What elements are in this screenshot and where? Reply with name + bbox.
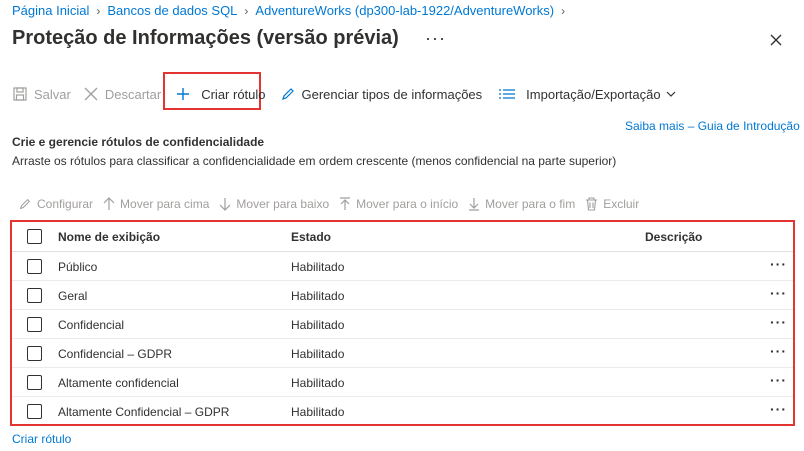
row-more-icon[interactable]: ··· [770, 372, 787, 388]
table-row[interactable]: Confidencial Habilitado ··· [12, 310, 793, 339]
move-down-button[interactable]: Mover para baixo [219, 197, 329, 211]
column-header-state[interactable]: Estado [291, 230, 331, 244]
section-description: Arraste os rótulos para classificar a co… [12, 154, 617, 168]
discard-label: Descartar [104, 86, 162, 102]
label-name: Confidencial – GDPR [58, 347, 173, 361]
move-up-button[interactable]: Mover para cima [103, 197, 209, 211]
row-more-icon[interactable]: ··· [770, 256, 787, 272]
page-title: Proteção de Informações (versão prévia) [12, 27, 399, 49]
breadcrumb: Página Inicial › Bancos de dados SQL › Adven… [12, 3, 572, 18]
manage-info-types-button[interactable]: Gerenciar tipos de informações [280, 86, 483, 102]
label-name: Geral [58, 289, 88, 303]
configure-label: Configurar [37, 197, 94, 211]
column-header-description[interactable]: Descrição [645, 230, 702, 244]
label-name: Altamente confidencial [58, 376, 179, 390]
save-button[interactable]: Salvar [12, 86, 71, 102]
arrow-to-bottom-icon [469, 198, 480, 211]
chevron-right-icon: › [561, 4, 566, 18]
learn-more-link[interactable]: Saiba mais – Guia de Introdução [625, 119, 800, 133]
label-state: Habilitado [291, 347, 345, 361]
breadcrumb-home[interactable]: Página Inicial [12, 3, 89, 18]
table-row[interactable]: Geral Habilitado ··· [12, 281, 793, 310]
list-icon [499, 89, 516, 99]
create-label-text: Criar rótulo [201, 86, 266, 102]
row-checkbox[interactable] [27, 375, 42, 390]
table-row[interactable]: Altamente Confidencial – GDPR Habilitado… [12, 397, 793, 426]
label-state: Habilitado [291, 405, 345, 419]
table-row[interactable]: Público Habilitado ··· [12, 252, 793, 281]
import-export-label: Importação/Exportação [526, 86, 661, 102]
chevron-right-icon: › [244, 4, 249, 18]
move-bottom-label: Mover para o fim [485, 197, 576, 211]
column-header-name[interactable]: Nome de exibição [58, 230, 160, 244]
discard-button[interactable]: Descartar [83, 86, 161, 102]
manage-info-types-label: Gerenciar tipos de informações [301, 86, 483, 102]
row-checkbox[interactable] [27, 317, 42, 332]
label-name: Confidencial [58, 318, 125, 332]
save-label: Salvar [34, 86, 71, 102]
select-all-checkbox[interactable] [27, 229, 42, 244]
move-top-label: Mover para o início [356, 197, 459, 211]
arrow-up-icon [103, 197, 115, 210]
section-title: Crie e gerencie rótulos de confidenciali… [12, 135, 265, 149]
row-more-icon[interactable]: ··· [770, 401, 787, 417]
label-name: Público [58, 260, 98, 274]
more-options-icon[interactable]: ··· [425, 28, 446, 49]
table-row[interactable]: Confidencial – GDPR Habilitado ··· [12, 339, 793, 368]
save-icon [13, 87, 27, 101]
label-state: Habilitado [291, 376, 345, 390]
breadcrumb-database[interactable]: AdventureWorks (dp300-lab-1922/Adventure… [255, 3, 554, 18]
row-checkbox[interactable] [27, 346, 42, 361]
close-icon[interactable] [766, 30, 786, 50]
breadcrumb-sql-databases[interactable]: Bancos de dados SQL [107, 3, 237, 18]
row-checkbox[interactable] [27, 288, 42, 303]
arrow-to-top-icon [340, 197, 351, 210]
import-export-button[interactable]: Importação/Exportação [498, 86, 682, 102]
delete-button[interactable]: Excluir [585, 197, 639, 211]
arrow-down-icon [219, 198, 231, 211]
configure-button[interactable]: Configurar [18, 197, 93, 211]
table-row[interactable]: Altamente confidencial Habilitado ··· [12, 368, 793, 397]
pencil-icon [281, 88, 294, 100]
command-bar: Salvar Descartar Criar rótulo Gerenciar … [12, 82, 695, 106]
discard-icon [84, 87, 98, 101]
row-more-icon[interactable]: ··· [770, 314, 787, 330]
label-actions-toolbar: Configurar Mover para cima Mover para ba… [18, 195, 649, 213]
move-bottom-button[interactable]: Mover para o fim [468, 197, 575, 211]
labels-table: Nome de exibição Estado Descrição Públic… [10, 220, 795, 426]
row-checkbox[interactable] [27, 259, 42, 274]
move-down-label: Mover para baixo [236, 197, 330, 211]
row-checkbox[interactable] [27, 404, 42, 419]
table-header: Nome de exibição Estado Descrição [12, 222, 793, 252]
move-up-label: Mover para cima [120, 197, 210, 211]
label-name: Altamente Confidencial – GDPR [58, 405, 230, 419]
chevron-down-icon [666, 91, 676, 97]
label-state: Habilitado [291, 289, 345, 303]
create-label-button[interactable]: Criar rótulo [175, 86, 266, 102]
move-top-button[interactable]: Mover para o início [339, 197, 458, 211]
label-state: Habilitado [291, 260, 345, 274]
chevron-right-icon: › [96, 4, 101, 18]
label-state: Habilitado [291, 318, 345, 332]
plus-icon [177, 88, 190, 100]
trash-icon [586, 197, 598, 211]
pencil-icon [19, 198, 31, 210]
delete-label: Excluir [603, 197, 640, 211]
row-more-icon[interactable]: ··· [770, 343, 787, 359]
create-label-link[interactable]: Criar rótulo [12, 432, 71, 446]
row-more-icon[interactable]: ··· [770, 285, 787, 301]
